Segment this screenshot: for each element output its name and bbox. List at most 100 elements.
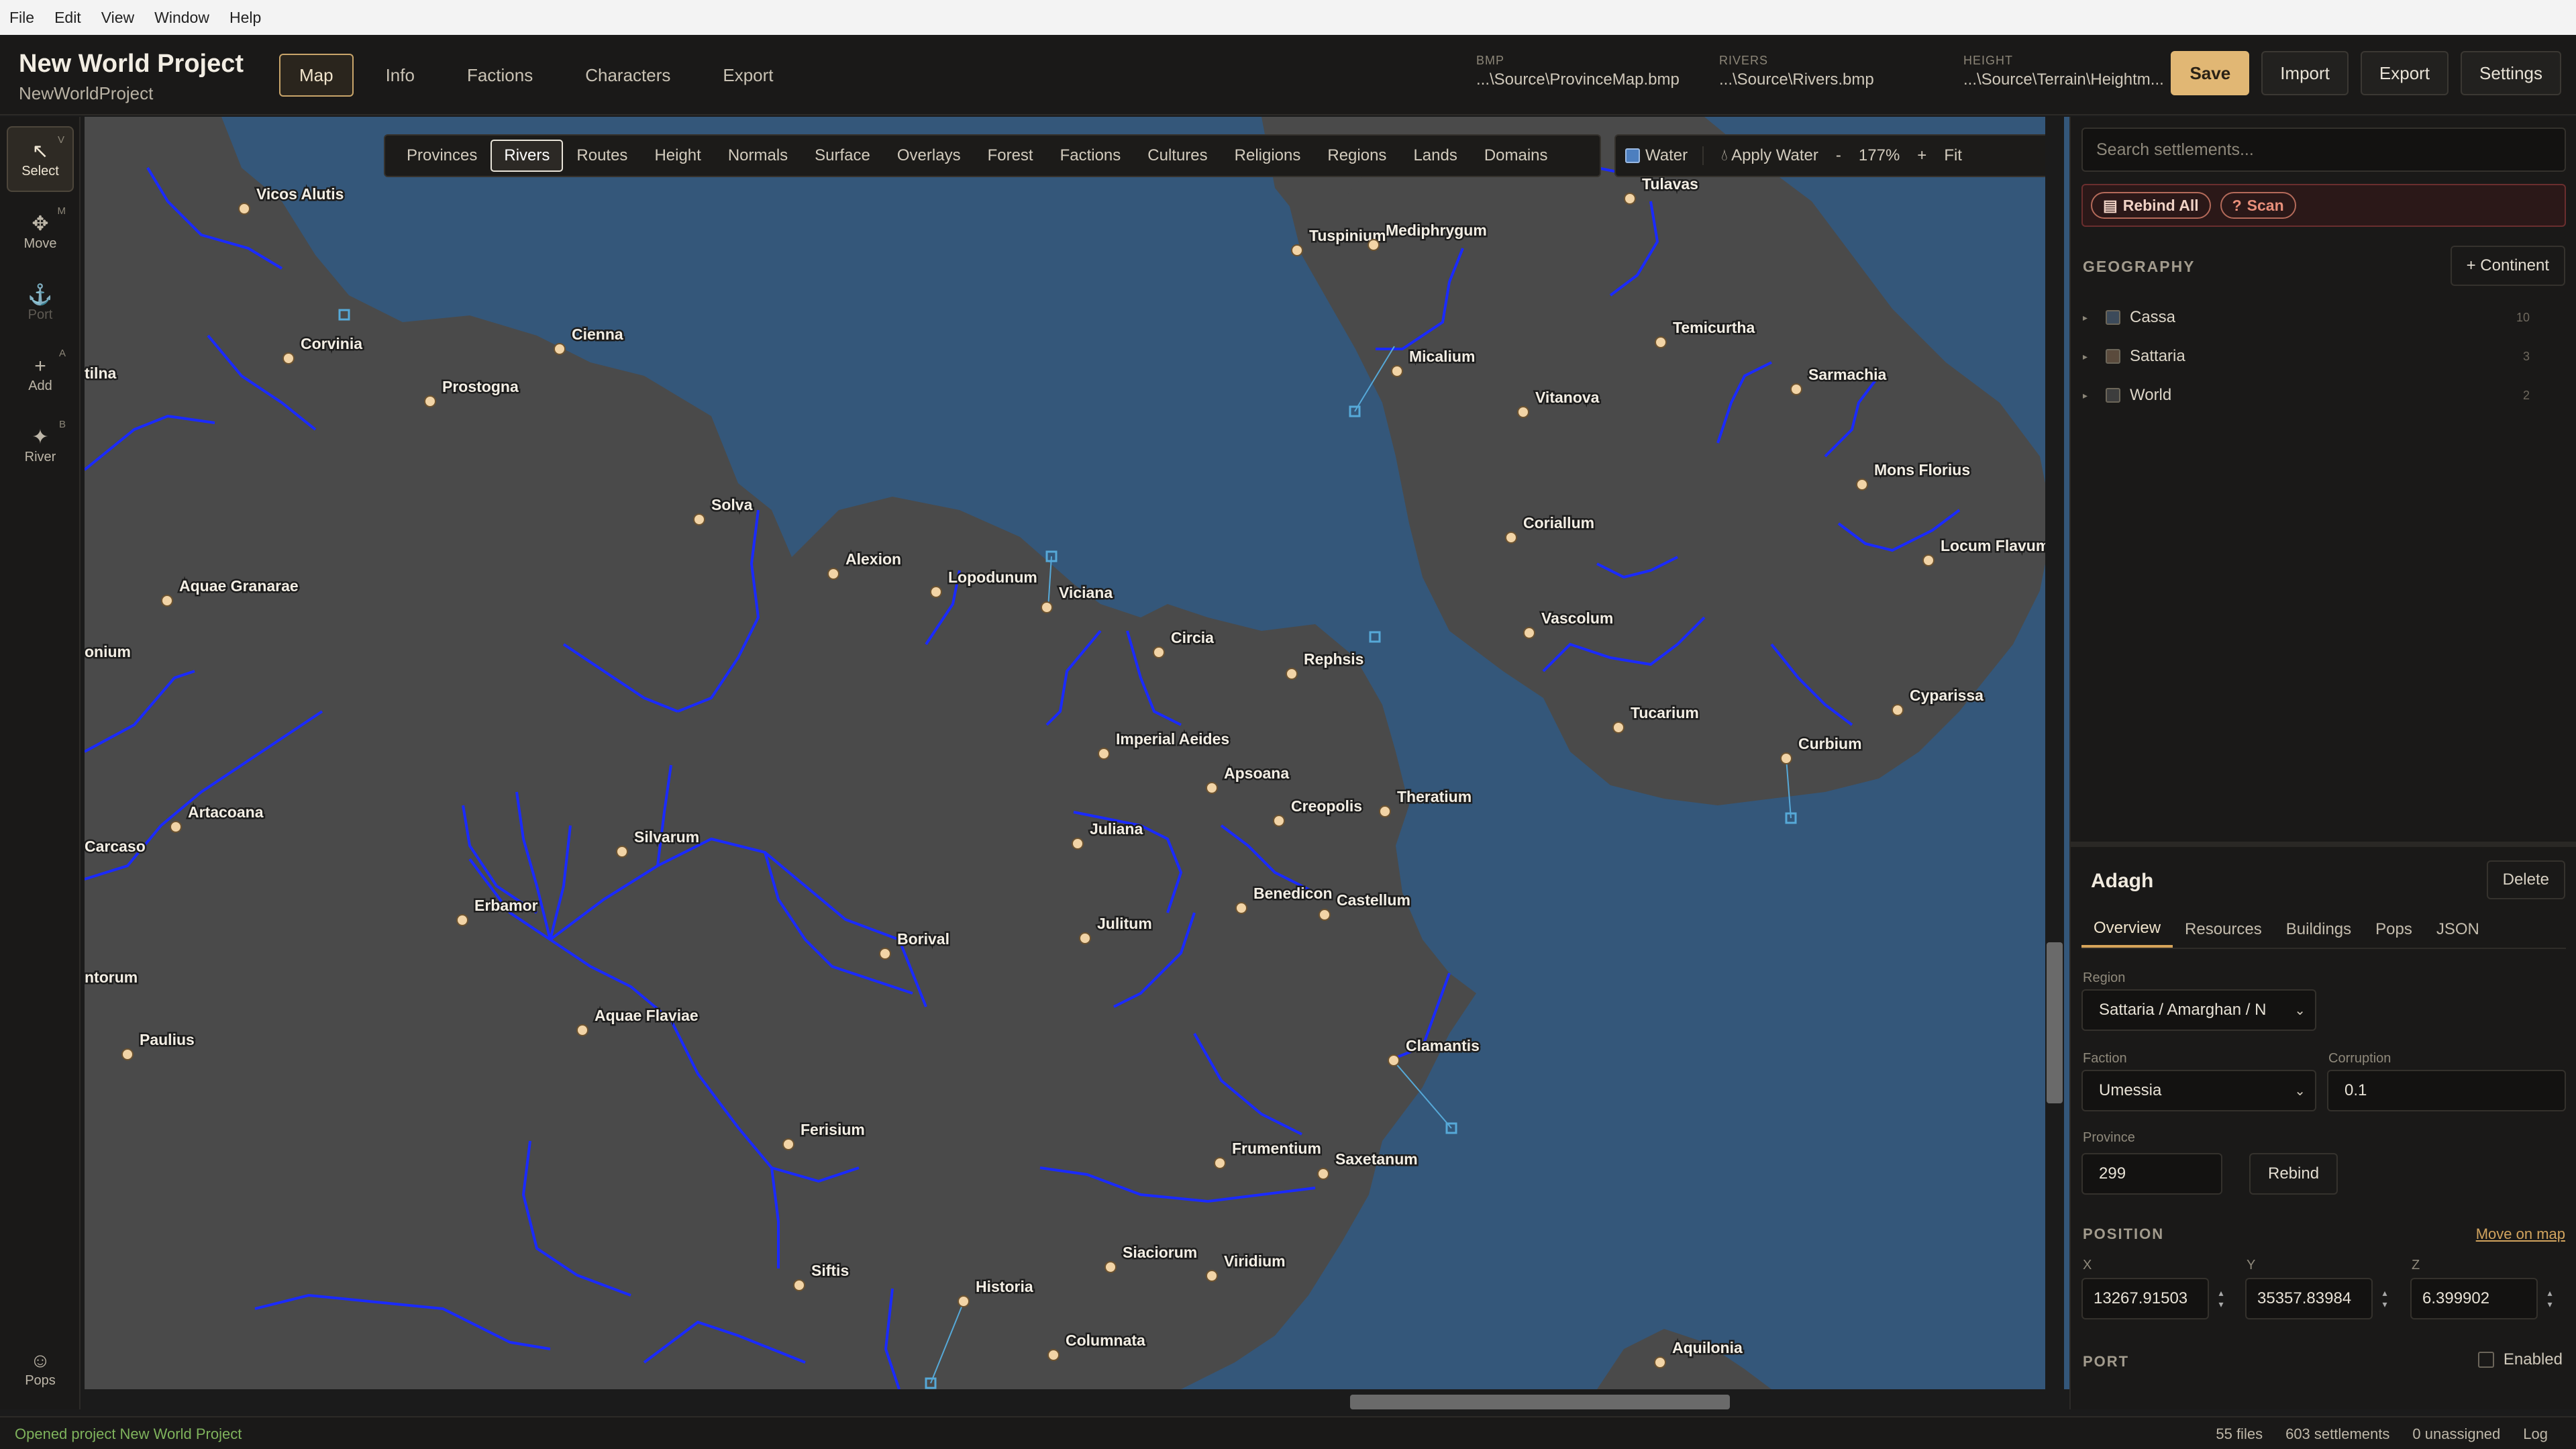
layer-rivers[interactable]: Rivers bbox=[491, 140, 564, 172]
faction-select[interactable]: Umessia ⌄ bbox=[2081, 1070, 2316, 1111]
menu-window[interactable]: Window bbox=[154, 6, 209, 30]
settlement-dot[interactable] bbox=[1041, 601, 1053, 613]
settlement-dot[interactable] bbox=[1104, 1261, 1117, 1273]
y-input[interactable]: 35357.83984 bbox=[2245, 1278, 2373, 1319]
fit-button[interactable]: Fit bbox=[1944, 146, 1962, 165]
layer-regions[interactable]: Regions bbox=[1314, 140, 1400, 172]
apply-water-button[interactable]: 💧︎ Apply Water bbox=[1721, 146, 1818, 165]
settlement-dot[interactable] bbox=[1517, 406, 1529, 418]
settlement-dot[interactable] bbox=[1273, 815, 1285, 827]
menu-edit[interactable]: Edit bbox=[54, 6, 81, 30]
chevron-right-icon[interactable]: ▸ bbox=[2083, 390, 2099, 401]
panel-divider[interactable] bbox=[2071, 842, 2576, 847]
settlement-dot[interactable] bbox=[1388, 1054, 1400, 1066]
rebind-button[interactable]: Rebind bbox=[2249, 1153, 2338, 1195]
settlement-dot[interactable] bbox=[1379, 805, 1391, 817]
corruption-input[interactable]: 0.1 bbox=[2327, 1070, 2566, 1111]
layer-height[interactable]: Height bbox=[641, 140, 714, 172]
settlement-dot[interactable] bbox=[1319, 909, 1331, 921]
settlement-dot[interactable] bbox=[282, 352, 295, 364]
settlement-marker[interactable]: ntorum bbox=[85, 967, 140, 988]
settlement-dot[interactable] bbox=[879, 948, 891, 960]
map-svg[interactable]: Vicos Alutis Corvinia Cienna Prostogna tilna… bbox=[85, 117, 2136, 1389]
y-stepper[interactable]: ▴ ▾ bbox=[2375, 1278, 2394, 1319]
settlement-dot[interactable] bbox=[1655, 336, 1667, 348]
settlement-dot[interactable] bbox=[1368, 239, 1380, 251]
settlement-dot[interactable] bbox=[1206, 782, 1218, 794]
tool-move[interactable]: M ✥ Move bbox=[7, 199, 74, 264]
settlement-dot[interactable] bbox=[1214, 1157, 1226, 1169]
province-input[interactable]: 299 bbox=[2081, 1153, 2222, 1195]
menu-help[interactable]: Help bbox=[229, 6, 261, 30]
tab-characters[interactable]: Characters bbox=[565, 54, 690, 97]
log-button[interactable]: Log bbox=[2523, 1426, 2548, 1443]
tab-export[interactable]: Export bbox=[703, 54, 793, 97]
settlement-dot[interactable] bbox=[1523, 627, 1535, 639]
layer-cultures[interactable]: Cultures bbox=[1134, 140, 1221, 172]
layer-provinces[interactable]: Provinces bbox=[393, 140, 491, 172]
add-continent-button[interactable]: + Continent bbox=[2450, 246, 2565, 286]
settlement-dot[interactable] bbox=[693, 513, 705, 526]
settlement-dot[interactable] bbox=[1047, 1349, 1060, 1361]
subtab-pops[interactable]: Pops bbox=[2363, 911, 2424, 948]
settlement-dot[interactable] bbox=[1654, 1356, 1666, 1368]
settlement-dot[interactable] bbox=[1612, 721, 1625, 734]
settlement-dot[interactable] bbox=[424, 395, 436, 407]
settlement-dot[interactable] bbox=[1922, 554, 1935, 566]
vertical-scroll-thumb[interactable] bbox=[2047, 942, 2063, 1103]
move-on-map-link[interactable]: Move on map bbox=[2476, 1226, 2565, 1243]
settings-button[interactable]: Settings bbox=[2461, 51, 2561, 95]
tool-river[interactable]: B ✦ River bbox=[7, 412, 74, 478]
map-canvas[interactable]: Vicos Alutis Corvinia Cienna Prostogna tilna… bbox=[85, 117, 2136, 1389]
settlement-marker[interactable]: onium bbox=[85, 642, 133, 662]
layer-forest[interactable]: Forest bbox=[974, 140, 1047, 172]
settlement-dot[interactable] bbox=[1153, 646, 1165, 658]
chevron-right-icon[interactable]: ▸ bbox=[2083, 351, 2099, 362]
subtab-buildings[interactable]: Buildings bbox=[2274, 911, 2363, 948]
tool-pops[interactable]: ☺ Pops bbox=[7, 1336, 74, 1401]
settlement-dot[interactable] bbox=[1079, 932, 1091, 944]
settlement-search-input[interactable]: Search settlements... bbox=[2081, 128, 2566, 172]
layer-surface[interactable]: Surface bbox=[801, 140, 884, 172]
tab-factions[interactable]: Factions bbox=[447, 54, 553, 97]
rebind-all-button[interactable]: ▤ Rebind All bbox=[2091, 192, 2211, 219]
settlement-dot[interactable] bbox=[1206, 1270, 1218, 1282]
settlement-dot[interactable] bbox=[1072, 838, 1084, 850]
settlement-dot[interactable] bbox=[1286, 668, 1298, 680]
settlement-dot[interactable] bbox=[1790, 383, 1802, 395]
settlement-dot[interactable] bbox=[576, 1024, 588, 1036]
layer-factions[interactable]: Factions bbox=[1047, 140, 1135, 172]
settlement-marker[interactable]: Carcaso bbox=[85, 836, 147, 857]
settlement-dot[interactable] bbox=[930, 586, 942, 598]
tool-add[interactable]: A + Add bbox=[7, 341, 74, 407]
tool-select[interactable]: V ↖ Select bbox=[7, 126, 74, 192]
settlement-dot[interactable] bbox=[1856, 479, 1868, 491]
layer-overlays[interactable]: Overlays bbox=[884, 140, 974, 172]
x-input[interactable]: 13267.91503 bbox=[2081, 1278, 2209, 1319]
z-stepper[interactable]: ▴ ▾ bbox=[2540, 1278, 2559, 1319]
settlement-marker[interactable]: tilna bbox=[85, 363, 118, 384]
settlement-dot[interactable] bbox=[1624, 193, 1636, 205]
tab-info[interactable]: Info bbox=[366, 54, 435, 97]
settlement-dot[interactable] bbox=[1391, 365, 1403, 377]
settlement-dot[interactable] bbox=[238, 203, 250, 215]
vertical-scrollbar[interactable] bbox=[2045, 117, 2064, 1389]
settlement-dot[interactable] bbox=[1317, 1168, 1329, 1180]
save-button[interactable]: Save bbox=[2171, 51, 2250, 95]
horizontal-scroll-thumb[interactable] bbox=[1350, 1395, 1730, 1409]
zoom-in-button[interactable]: + bbox=[1917, 146, 1926, 165]
chevron-right-icon[interactable]: ▸ bbox=[2083, 312, 2099, 323]
settlement-dot[interactable] bbox=[1098, 748, 1110, 760]
subtab-overview[interactable]: Overview bbox=[2081, 911, 2173, 948]
layer-routes[interactable]: Routes bbox=[563, 140, 641, 172]
settlement-dot[interactable] bbox=[456, 914, 468, 926]
menu-file[interactable]: File bbox=[9, 6, 34, 30]
layer-religions[interactable]: Religions bbox=[1221, 140, 1315, 172]
scan-button[interactable]: ? Scan bbox=[2220, 192, 2296, 219]
export-button[interactable]: Export bbox=[2360, 51, 2449, 95]
geography-item[interactable]: ▸ Sattaria 3 bbox=[2083, 340, 2566, 373]
z-input[interactable]: 6.399902 bbox=[2410, 1278, 2538, 1319]
water-checkbox[interactable] bbox=[1625, 148, 1640, 163]
subtab-json[interactable]: JSON bbox=[2424, 911, 2491, 948]
menu-view[interactable]: View bbox=[101, 6, 134, 30]
